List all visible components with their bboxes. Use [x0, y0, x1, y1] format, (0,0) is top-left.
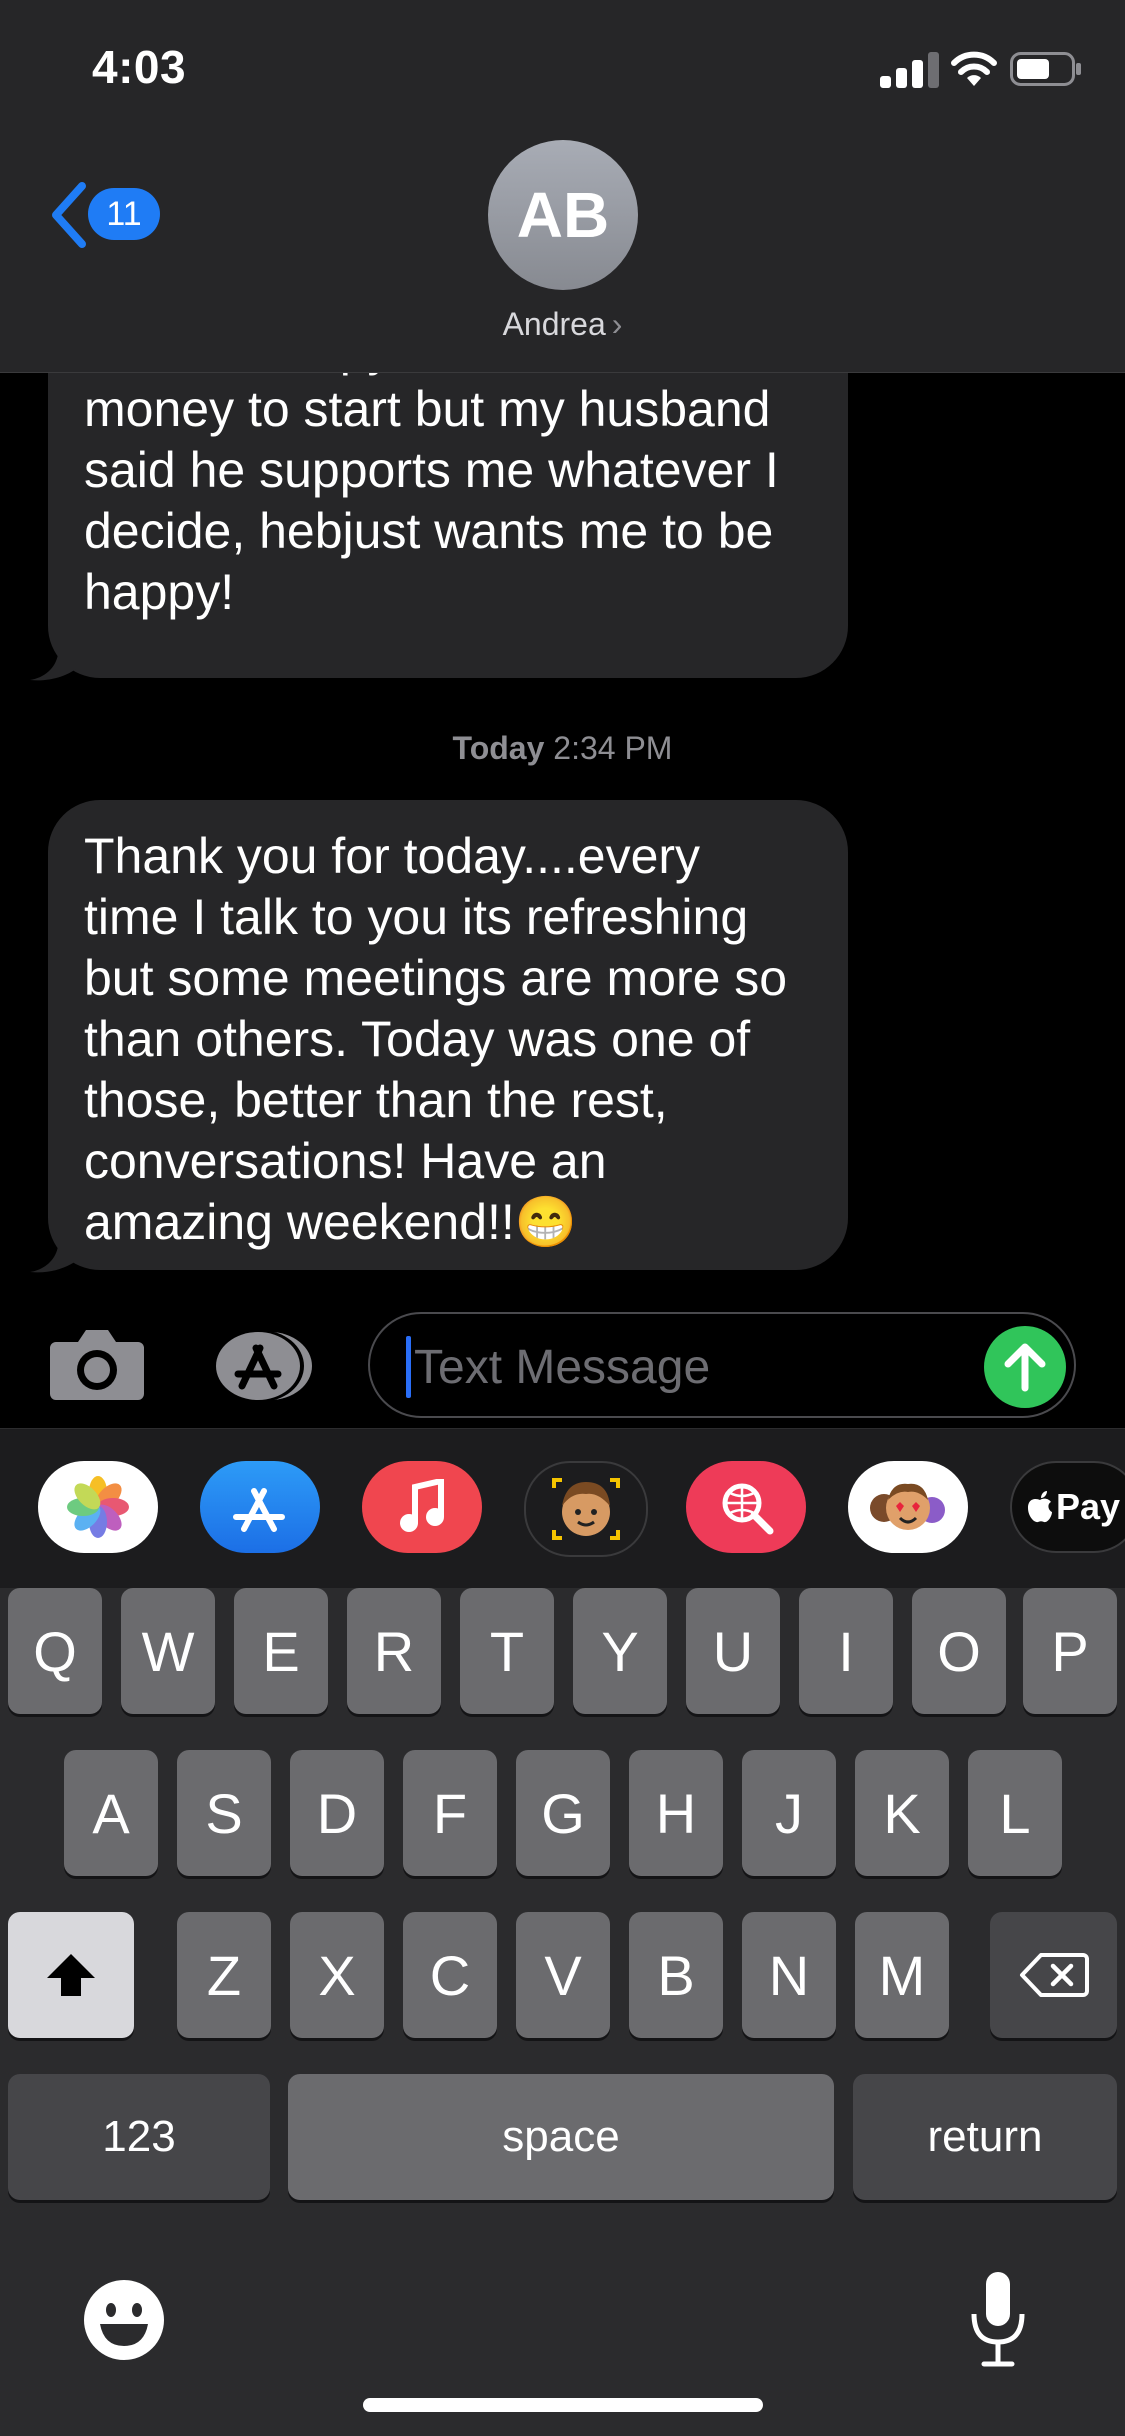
key-a[interactable]: A — [64, 1750, 158, 1876]
chevron-left-icon — [52, 182, 86, 248]
timestamp-time: 2:34 PM — [553, 730, 673, 766]
key-e[interactable]: E — [234, 1588, 328, 1714]
contact-avatar[interactable]: AB — [488, 140, 638, 290]
key-i[interactable]: I — [799, 1588, 893, 1714]
space-key[interactable]: space — [288, 2074, 834, 2200]
key-s[interactable]: S — [177, 1750, 271, 1876]
memoji-face-icon — [552, 1478, 620, 1540]
microphone-icon — [971, 2272, 1025, 2367]
photos-app-icon[interactable] — [38, 1461, 158, 1553]
chevron-right-icon: › — [611, 306, 623, 342]
timestamp-divider: Today 2:34 PM — [0, 730, 1125, 767]
apple-pay-icon[interactable]: Pay — [1010, 1461, 1125, 1553]
key-j[interactable]: J — [742, 1750, 836, 1876]
camera-icon — [50, 1330, 144, 1400]
key-k[interactable]: K — [855, 1750, 949, 1876]
imessage-app-drawer: Pay — [0, 1428, 1125, 1589]
key-u[interactable]: U — [686, 1588, 780, 1714]
memoji-stickers-icon[interactable] — [848, 1461, 968, 1553]
numbers-key[interactable]: 123 — [8, 2074, 270, 2200]
photos-flower-icon — [67, 1476, 129, 1538]
contact-name-button[interactable]: Andrea › — [0, 306, 1125, 343]
key-w[interactable]: W — [121, 1588, 215, 1714]
home-indicator[interactable] — [363, 2398, 763, 2412]
arrow-up-icon — [1004, 1343, 1046, 1392]
bubble-tail — [30, 640, 80, 681]
conversation-header: 4:03 11 AB Andrea › — [0, 0, 1125, 373]
dictation-button[interactable] — [966, 2268, 1030, 2372]
key-l[interactable]: L — [968, 1750, 1062, 1876]
key-g[interactable]: G — [516, 1750, 610, 1876]
key-b[interactable]: B — [629, 1912, 723, 2038]
music-app-icon[interactable] — [362, 1461, 482, 1553]
memoji-stickers-glyph-icon — [870, 1483, 945, 1530]
key-q[interactable]: Q — [8, 1588, 102, 1714]
return-key[interactable]: return — [853, 2074, 1117, 2200]
key-n[interactable]: N — [742, 1912, 836, 2038]
key-t[interactable]: T — [460, 1588, 554, 1714]
back-button[interactable]: 11 — [48, 178, 168, 254]
keyboard: Q W E R T Y U I O P A S D F G H J K L Z … — [0, 1588, 1125, 2436]
key-p[interactable]: P — [1023, 1588, 1117, 1714]
emoji-keyboard-button[interactable] — [82, 2278, 166, 2362]
apple-pay-label: Pay — [1056, 1486, 1121, 1527]
wifi-icon — [950, 48, 998, 88]
battery-icon — [1010, 52, 1082, 86]
timestamp-day: Today — [452, 730, 545, 766]
send-button[interactable] — [984, 1326, 1066, 1408]
shift-key[interactable] — [8, 1912, 134, 2038]
message-text: Thank you for today....every time I talk… — [84, 828, 788, 1250]
key-y[interactable]: Y — [573, 1588, 667, 1714]
app-store-button[interactable] — [208, 1328, 318, 1404]
images-search-icon[interactable] — [686, 1461, 806, 1553]
cellular-signal-icon — [880, 52, 944, 88]
status-time: 4:03 — [92, 41, 187, 93]
key-o[interactable]: O — [912, 1588, 1006, 1714]
key-v[interactable]: V — [516, 1912, 610, 2038]
contact-name: Andrea — [502, 306, 606, 342]
key-d[interactable]: D — [290, 1750, 384, 1876]
shift-arrow-icon — [47, 1954, 95, 1996]
app-store-icon[interactable] — [200, 1461, 320, 1553]
emoji-face-icon — [84, 2280, 164, 2360]
music-note-icon — [400, 1479, 444, 1532]
key-r[interactable]: R — [347, 1588, 441, 1714]
text-caret — [406, 1336, 411, 1398]
key-f[interactable]: F — [403, 1750, 497, 1876]
app-store-icon — [216, 1330, 312, 1402]
incoming-message-bubble[interactable]: Thank you for today....every time I talk… — [48, 800, 848, 1270]
apple-logo-icon — [1028, 1491, 1052, 1523]
memoji-icon[interactable] — [524, 1461, 648, 1557]
message-placeholder: Text Message — [414, 1341, 711, 1394]
key-h[interactable]: H — [629, 1750, 723, 1876]
app-store-glyph-icon — [233, 1488, 285, 1532]
key-c[interactable]: C — [403, 1912, 497, 2038]
delete-key[interactable] — [990, 1912, 1117, 2038]
key-x[interactable]: X — [290, 1912, 384, 2038]
backspace-icon — [1019, 1953, 1089, 1997]
bubble-tail — [30, 1232, 80, 1273]
key-z[interactable]: Z — [177, 1912, 271, 2038]
magnifier-globe-icon — [722, 1483, 774, 1535]
message-input[interactable]: Text Message — [368, 1312, 1076, 1418]
camera-button[interactable] — [48, 1328, 146, 1402]
key-m[interactable]: M — [855, 1912, 949, 2038]
unread-count-badge: 11 — [88, 188, 160, 240]
